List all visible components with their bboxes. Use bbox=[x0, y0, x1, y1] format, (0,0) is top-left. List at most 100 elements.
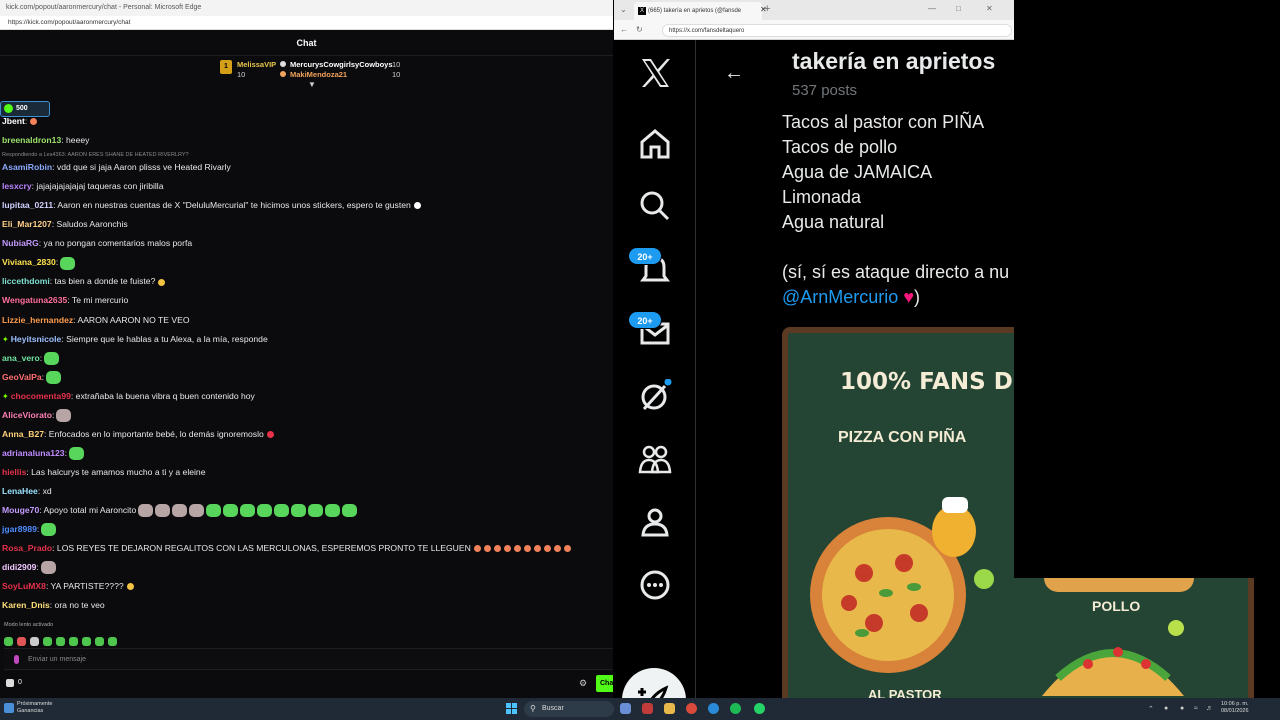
url-input[interactable]: https://x.com/fansdeltaquero bbox=[662, 24, 1012, 37]
chat-message[interactable]: GeoValPa: bbox=[2, 370, 62, 384]
chat-message[interactable]: Eli_Mar1207: Saludos Aaronchis bbox=[2, 218, 128, 230]
chat-username[interactable]: Heyitsnicole bbox=[11, 334, 62, 344]
chat-message[interactable]: NubiaRG: ya no pongan comentarios malos … bbox=[2, 237, 192, 249]
back-icon[interactable]: ← bbox=[620, 25, 628, 34]
chat-message[interactable]: lupitaa_0211: Aaron en nuestras cuentas … bbox=[2, 199, 421, 211]
chat-username[interactable]: liccethdomi bbox=[2, 276, 50, 286]
chat-username[interactable]: AliceViorato bbox=[2, 410, 52, 420]
chat-username[interactable]: lupitaa_0211 bbox=[2, 200, 53, 210]
chat-username[interactable]: breenaldron13 bbox=[2, 135, 61, 145]
settings-gear-icon[interactable]: ⚙ bbox=[579, 678, 587, 689]
weather-widget-icon[interactable] bbox=[4, 703, 14, 713]
windows-start-icon[interactable] bbox=[506, 703, 517, 714]
chat-username[interactable]: adrianaluna123 bbox=[2, 448, 65, 458]
expand-chevron-icon[interactable]: ▼ bbox=[308, 80, 316, 89]
app-icon[interactable] bbox=[642, 703, 653, 714]
chat-message[interactable]: breenaldron13: heeey bbox=[2, 134, 89, 146]
wifi-icon[interactable]: ≈ bbox=[1194, 705, 1198, 712]
volume-icon[interactable]: ♬ bbox=[1206, 705, 1213, 712]
emote-icon[interactable] bbox=[95, 637, 104, 646]
chat-message[interactable]: ✦ Heyitsnicole: Siempre que le hablas a t… bbox=[2, 333, 268, 346]
edge-icon[interactable] bbox=[708, 703, 719, 714]
chat-message[interactable]: AsamiRobin: vdd que si jaja Aaron plisss… bbox=[2, 161, 231, 173]
chat-username[interactable]: lesxcry bbox=[2, 181, 32, 191]
chat-username[interactable]: Mouge70 bbox=[2, 505, 39, 515]
chat-username[interactable]: jgar8989 bbox=[2, 524, 37, 534]
chat-username[interactable]: Wengatuna2635 bbox=[2, 295, 67, 305]
chat-message[interactable]: hiellis: Las halcurys te amamos mucho a … bbox=[2, 466, 205, 478]
chat-username[interactable]: Anna_B27 bbox=[2, 429, 44, 439]
chat-username[interactable]: Lizzie_hernandez bbox=[2, 315, 73, 325]
post-button[interactable] bbox=[622, 668, 686, 698]
emote-picker-icon[interactable] bbox=[14, 655, 19, 664]
spotify-icon[interactable] bbox=[730, 703, 741, 714]
leaderboard-name[interactable]: MercurysCowgirlsyCowboys bbox=[290, 60, 393, 69]
chat-message-input[interactable]: Enviar un mensaje bbox=[4, 648, 613, 670]
tray-chevron-icon[interactable]: ⌃ bbox=[1148, 705, 1154, 713]
chat-username[interactable]: hiellis bbox=[2, 467, 26, 477]
chat-message[interactable]: Jbent: bbox=[2, 117, 38, 127]
add-tab-icon[interactable]: + bbox=[764, 3, 770, 15]
emote-icon[interactable] bbox=[17, 637, 26, 646]
taskbar-search[interactable]: ⚲ Buscar bbox=[524, 701, 614, 717]
more-options-icon[interactable] bbox=[638, 568, 672, 602]
leaderboard-name[interactable]: MakiMendoza21 bbox=[290, 70, 347, 79]
post-image[interactable]: 100% FANS D PIZZA CON PIÑA AL PASTOR bbox=[782, 327, 1014, 698]
chat-message[interactable]: Anna_B27: Enfocados en lo importante beb… bbox=[2, 428, 274, 440]
chat-username[interactable]: Karen_Dnis bbox=[2, 600, 50, 610]
scrollbar[interactable] bbox=[1254, 578, 1280, 698]
chat-message[interactable]: AliceViorato: bbox=[2, 408, 72, 422]
chat-username[interactable]: SoyLuMX8 bbox=[2, 581, 46, 591]
chat-message-list[interactable]: Jbent: breenaldron13: heeey Respondiendo a… bbox=[0, 117, 613, 620]
chat-message[interactable]: didi2909: bbox=[2, 561, 56, 575]
chat-message[interactable]: adrianaluna123: bbox=[2, 447, 84, 461]
chat-message[interactable]: liccethdomi: tas bien a donde te fuiste? bbox=[2, 275, 166, 287]
chat-send-button[interactable]: Cha bbox=[596, 675, 613, 692]
profile-icon[interactable] bbox=[638, 505, 672, 539]
search-icon[interactable] bbox=[638, 189, 672, 223]
kicks-count-pill[interactable]: 500 bbox=[0, 101, 50, 117]
chat-username[interactable]: chocomenta99 bbox=[11, 391, 71, 401]
chat-message[interactable]: Wengatuna2635: Te mi mercurio bbox=[2, 294, 128, 306]
communities-icon[interactable] bbox=[638, 442, 672, 476]
home-icon[interactable] bbox=[638, 126, 672, 160]
close-window-icon[interactable]: ✕ bbox=[986, 4, 993, 13]
file-explorer-icon[interactable] bbox=[664, 703, 675, 714]
chat-username[interactable]: didi2909 bbox=[2, 562, 36, 572]
clock[interactable]: 10:06 p. m. 08/01/2026 bbox=[1221, 701, 1249, 715]
chat-message[interactable]: Mouge70: Apoyo total mi Aaroncito bbox=[2, 504, 358, 518]
chat-username[interactable]: AsamiRobin bbox=[2, 162, 52, 172]
leaderboard-name[interactable]: MelissaVIP bbox=[237, 60, 276, 69]
chat-username[interactable]: GeoValPa bbox=[2, 372, 42, 382]
chat-message[interactable]: Lizzie_hernandez: AARON AARON NO TE VEO bbox=[2, 314, 190, 326]
chat-username[interactable]: Jbent bbox=[2, 117, 25, 126]
emote-icon[interactable] bbox=[43, 637, 52, 646]
emote-icon[interactable] bbox=[56, 637, 65, 646]
emote-icon[interactable] bbox=[82, 637, 91, 646]
chat-username[interactable]: ana_vero bbox=[2, 353, 40, 363]
refresh-icon[interactable]: ↻ bbox=[636, 25, 643, 34]
chat-username[interactable]: Viviana_2830 bbox=[2, 257, 56, 267]
back-arrow-icon[interactable]: ← bbox=[724, 62, 744, 85]
mention-link[interactable]: @ArnMercurio bbox=[782, 287, 898, 307]
chrome-icon[interactable] bbox=[686, 703, 697, 714]
emote-icon[interactable] bbox=[30, 637, 39, 646]
emote-icon[interactable] bbox=[108, 637, 117, 646]
chat-message[interactable]: jgar8989: bbox=[2, 523, 57, 537]
chat-message[interactable]: ana_vero: bbox=[2, 351, 60, 365]
chat-username[interactable]: Rosa_Prado bbox=[2, 543, 52, 553]
grok-icon[interactable] bbox=[638, 378, 672, 413]
chat-message[interactable]: ✦ chocomenta99: extrañaba la buena vibra … bbox=[2, 390, 255, 403]
chat-message[interactable]: Rosa_Prado: LOS REYES TE DEJARON REGALIT… bbox=[2, 542, 571, 554]
chat-message[interactable]: lesxcry: jajajajajajajaj taqueras con ji… bbox=[2, 180, 164, 192]
mic-icon[interactable]: ● bbox=[1180, 705, 1184, 712]
minimize-icon[interactable]: — bbox=[928, 4, 936, 13]
tab-menu-icon[interactable]: ⌄ bbox=[620, 5, 627, 14]
chat-message[interactable]: SoyLuMX8: YA PARTISTE???? bbox=[2, 580, 134, 592]
emote-icon[interactable] bbox=[69, 637, 78, 646]
chat-message[interactable]: Karen_Dnis: ora no te veo bbox=[2, 599, 105, 611]
maximize-icon[interactable]: □ bbox=[956, 4, 961, 13]
emote-icon[interactable] bbox=[4, 637, 13, 646]
chat-username[interactable]: Eli_Mar1207 bbox=[2, 219, 52, 229]
chat-message[interactable]: LenaHee: xd bbox=[2, 485, 52, 497]
